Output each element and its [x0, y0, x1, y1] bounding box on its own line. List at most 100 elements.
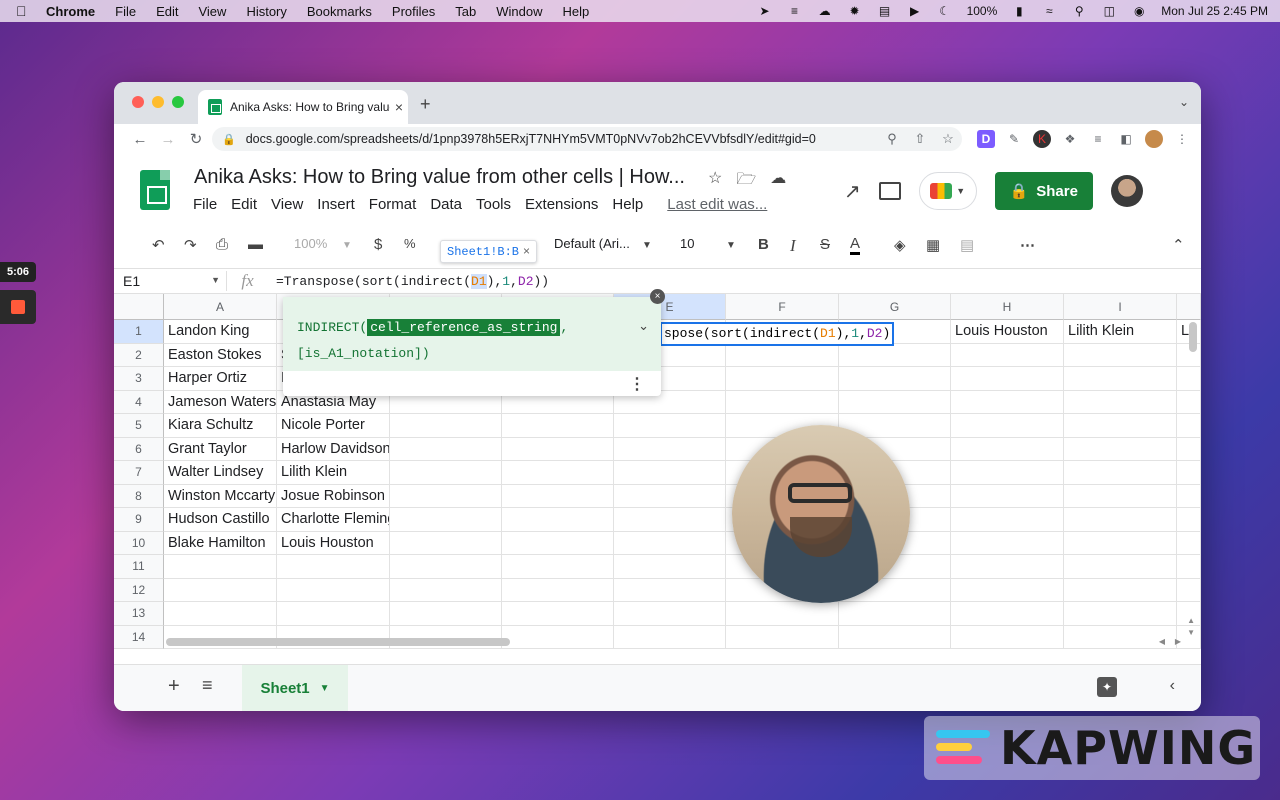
grid-cell[interactable]	[164, 602, 277, 626]
formula-input[interactable]: =Transpose(sort(indirect(D1),1,D2))	[268, 273, 549, 289]
menu-file[interactable]: File	[115, 4, 136, 19]
sheets-menu-view[interactable]: View	[271, 196, 303, 213]
sheets-menu-edit[interactable]: Edit	[231, 196, 257, 213]
select-all-corner[interactable]	[114, 294, 164, 320]
italic-icon[interactable]: I	[790, 236, 796, 256]
text-color-icon[interactable]: A	[850, 236, 861, 255]
account-avatar[interactable]	[1110, 175, 1143, 207]
font-size-select[interactable]: 10	[680, 236, 694, 251]
grid-cell[interactable]: Blake Hamilton	[164, 531, 277, 555]
grid-cell[interactable]	[951, 461, 1064, 485]
new-tab-button[interactable]: +	[420, 94, 431, 115]
merge-cells-icon[interactable]: ▤	[960, 236, 974, 254]
scroll-up-icon[interactable]: ▲	[1187, 616, 1195, 625]
grid-cell[interactable]	[502, 602, 614, 626]
grid-cell[interactable]	[1064, 531, 1177, 555]
grid-cell[interactable]	[1064, 367, 1177, 391]
grid-cell[interactable]	[951, 343, 1064, 367]
gear-icon[interactable]: ✹	[847, 4, 863, 18]
borders-icon[interactable]: ▦	[926, 236, 940, 254]
share-button[interactable]: 🔒 Share	[994, 172, 1093, 210]
grid-cell[interactable]	[839, 625, 951, 649]
strikethrough-icon[interactable]: S	[820, 236, 830, 253]
row-header[interactable]: 2	[114, 343, 164, 367]
grid-cell[interactable]: Walter Lindsey	[164, 461, 277, 485]
grid-cell[interactable]	[1064, 555, 1177, 579]
grid-cell[interactable]	[502, 625, 614, 649]
grid-cell[interactable]	[951, 508, 1064, 532]
menu-history[interactable]: History	[246, 4, 286, 19]
column-header-a[interactable]: A	[164, 294, 277, 320]
row-header[interactable]: 1	[114, 320, 164, 344]
battery-icon[interactable]: ▮	[1011, 4, 1027, 18]
grid-cell[interactable]: Kiara Schultz	[164, 414, 277, 438]
undo-icon[interactable]: ↶	[152, 236, 165, 254]
play-icon[interactable]: ▶	[907, 4, 923, 18]
row-header[interactable]: 13	[114, 602, 164, 626]
grid-cell[interactable]	[951, 531, 1064, 555]
more-options-icon[interactable]: ⋯	[1020, 236, 1035, 254]
grid-cell[interactable]	[839, 343, 951, 367]
row-header[interactable]: 10	[114, 531, 164, 555]
grid-cell[interactable]: Louis Houston	[277, 531, 390, 555]
grid-cell[interactable]	[390, 531, 502, 555]
menu-bookmarks[interactable]: Bookmarks	[307, 4, 372, 19]
list-icon[interactable]: ≡	[787, 4, 803, 18]
grid-cell[interactable]	[839, 367, 951, 391]
grid-cell[interactable]	[502, 437, 614, 461]
puzzle-icon[interactable]: ❖	[1061, 130, 1079, 148]
apple-icon[interactable]: 	[16, 3, 32, 19]
control-center-icon[interactable]: ◫	[1101, 4, 1117, 18]
grid-cell[interactable]	[951, 484, 1064, 508]
sheets-logo-icon[interactable]	[140, 170, 170, 210]
grid-cell[interactable]	[502, 461, 614, 485]
grid-cell[interactable]	[502, 484, 614, 508]
name-box-dropdown-icon[interactable]: ▼	[211, 275, 220, 285]
row-header[interactable]: 7	[114, 461, 164, 485]
wifi-icon[interactable]: ≈	[1041, 4, 1057, 18]
grid-cell[interactable]	[1177, 578, 1201, 602]
grid-cell[interactable]	[1064, 343, 1177, 367]
collapse-menus-icon[interactable]: ⌃	[1172, 236, 1185, 254]
reload-icon[interactable]: ↻	[182, 130, 210, 148]
grid-cell[interactable]	[277, 555, 390, 579]
lock-icon[interactable]: 🔒	[222, 133, 236, 146]
currency-button[interactable]: $	[374, 236, 382, 253]
grid-cell[interactable]	[390, 555, 502, 579]
grid-cell[interactable]	[390, 484, 502, 508]
grid-cell[interactable]	[1064, 484, 1177, 508]
grid-cell[interactable]	[502, 414, 614, 438]
fill-color-icon[interactable]: ◈	[894, 236, 906, 254]
star-icon[interactable]: ☆	[708, 168, 722, 195]
menubar-clock[interactable]: Mon Jul 25 2:45 PM	[1161, 4, 1268, 18]
grid-cell[interactable]: Josue Robinson	[277, 484, 390, 508]
browser-tab[interactable]: Anika Asks: How to Bring value ×	[198, 90, 408, 124]
sheets-menu-data[interactable]: Data	[430, 196, 462, 213]
column-header-g[interactable]: G	[839, 294, 951, 320]
font-dropdown-icon[interactable]: ▼	[642, 240, 652, 251]
grid-cell[interactable]: Easton Stokes	[164, 343, 277, 367]
grid-cell[interactable]	[1177, 461, 1201, 485]
size-dropdown-icon[interactable]: ▼	[726, 240, 736, 251]
zoom-select[interactable]: 100%	[294, 236, 327, 251]
active-cell-editor[interactable]: spose(sort(indirect(D1),1,D2))	[660, 322, 894, 346]
send-icon[interactable]: ➤	[757, 4, 773, 18]
column-header-h[interactable]: H	[951, 294, 1064, 320]
grid-cell[interactable]	[390, 602, 502, 626]
tab-search-chevron-icon[interactable]: ⌄	[1179, 95, 1189, 109]
grid-cell[interactable]	[726, 390, 839, 414]
grid-cell[interactable]	[502, 508, 614, 532]
grid-cell[interactable]: Lilith Klein	[1064, 320, 1177, 344]
grid-cell[interactable]: Landon King	[164, 320, 277, 344]
back-icon[interactable]: ←	[126, 131, 154, 148]
grid-cell[interactable]	[1064, 414, 1177, 438]
grid-cell[interactable]	[1064, 602, 1177, 626]
keyboard-icon[interactable]: ▤	[877, 4, 893, 18]
sheets-menu-file[interactable]: File	[193, 196, 217, 213]
menu-edit[interactable]: Edit	[156, 4, 178, 19]
grid-cell[interactable]	[614, 531, 726, 555]
scroll-down-icon[interactable]: ▼	[1187, 628, 1195, 637]
grid-cell[interactable]	[502, 578, 614, 602]
moon-icon[interactable]: ☾	[937, 4, 953, 18]
range-reference-chip[interactable]: Sheet1!B:B ×	[440, 240, 538, 263]
